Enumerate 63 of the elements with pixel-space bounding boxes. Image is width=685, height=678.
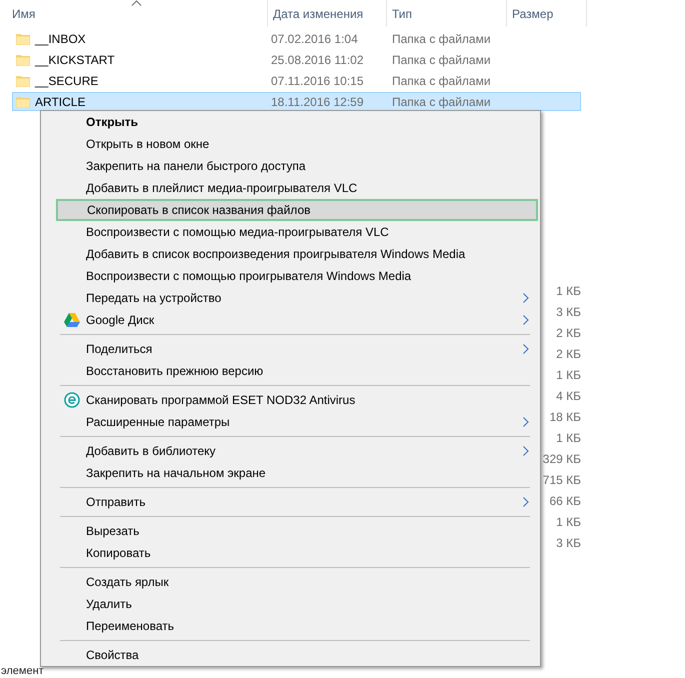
file-name: __INBOX: [35, 32, 87, 46]
file-name: ARTICLE: [35, 94, 86, 108]
column-header[interactable]: Тип: [387, 0, 507, 27]
folder-icon: [16, 54, 30, 66]
file-row[interactable]: __KICKSTART 25.08.2016 11:02 Папка с файлами: [12, 50, 581, 69]
file-size: 3 КБ: [556, 535, 581, 552]
file-size: 2 КБ: [556, 346, 581, 363]
menu-item[interactable]: Воспроизвести с помощью медиа-проигрывателя VLC: [56, 221, 538, 243]
menu-item[interactable]: Отправить: [56, 491, 538, 513]
menu-item[interactable]: Удалить: [56, 593, 538, 615]
file-type: Папка с файлами: [392, 32, 491, 46]
menu-item[interactable]: Переименовать: [56, 615, 538, 637]
file-size: 1 КБ: [556, 367, 581, 384]
file-type: Папка с файлами: [392, 74, 491, 88]
status-text: элемент: [1, 665, 44, 678]
column-header[interactable]: Размер: [507, 0, 587, 27]
menu-item[interactable]: Добавить в библиотеку: [56, 440, 538, 462]
date-modified: 07.11.2016 10:15: [271, 74, 365, 88]
file-size: 4 КБ: [556, 388, 581, 405]
menu-item[interactable]: Поделиться: [56, 338, 538, 360]
file-size: 66 КБ: [549, 493, 581, 510]
date-modified: 25.08.2016 11:02: [271, 52, 365, 66]
menu-item[interactable]: Закрепить на панели быстрого доступа: [56, 155, 538, 177]
folder-icon: [16, 74, 30, 86]
file-name: __SECURE: [35, 74, 100, 88]
file-size: 1 КБ: [556, 430, 581, 447]
file-size: 3 КБ: [556, 304, 581, 321]
drive-icon: [64, 313, 80, 327]
date-modified: 18.11.2016 12:59: [271, 94, 365, 108]
file-row[interactable]: __SECURE 07.11.2016 10:15 Папка с файлами: [12, 71, 581, 90]
file-size: 18 КБ: [549, 409, 581, 426]
file-row[interactable]: __INBOX 07.02.2016 1:04 Папка с файлами: [12, 29, 581, 48]
menu-item[interactable]: Добавить в список воспроизведения проигрывателя Windows Media: [56, 243, 538, 265]
file-size: 329 КБ: [542, 451, 581, 468]
file-size: 1 КБ: [556, 283, 581, 300]
menu-item[interactable]: Открыть: [56, 111, 538, 133]
file-row[interactable]: ARTICLE 18.11.2016 12:59 Папка с файлами: [12, 92, 581, 111]
file-name: __KICKSTART: [35, 52, 116, 66]
menu-item[interactable]: Передать на устройство: [56, 287, 538, 309]
column-header[interactable]: Дата изменения: [268, 0, 387, 27]
menu-item[interactable]: Добавить в плейлист медиа-проигрывателя VLC: [56, 177, 538, 199]
menu-item[interactable]: Вырезать: [56, 520, 538, 542]
menu-item[interactable]: Расширенные параметры: [56, 411, 538, 433]
date-modified: 07.02.2016 1:04: [271, 32, 359, 46]
file-size: 2 КБ: [556, 325, 581, 342]
eset-icon: [64, 392, 80, 408]
menu-item[interactable]: Открыть в новом окне: [56, 133, 538, 155]
menu-item[interactable]: Сканировать программой ESET NOD32 Antivirus: [56, 389, 538, 411]
menu-item[interactable]: Создать ярлык: [56, 571, 538, 593]
file-type: Папка с файлами: [392, 52, 491, 66]
file-type: Папка с файлами: [392, 94, 491, 108]
menu-item[interactable]: Google Диск: [56, 309, 538, 331]
folder-icon: [16, 32, 30, 44]
menu-item[interactable]: Закрепить на начальном экране: [56, 462, 538, 484]
file-size: 1 КБ: [556, 514, 581, 531]
menu-item[interactable]: Свойства: [56, 644, 538, 666]
menu-item[interactable]: Восстановить прежнюю версию: [56, 360, 538, 382]
menu-item[interactable]: Копировать: [56, 542, 538, 564]
menu-item[interactable]: Воспроизвести с помощью проигрывателя Windows Media: [56, 265, 538, 287]
column-header[interactable]: Имя: [0, 0, 268, 27]
menu-item[interactable]: Скопировать в список названия файлов: [56, 199, 538, 221]
file-size: 715 КБ: [542, 472, 581, 489]
folder-icon: [16, 96, 30, 108]
